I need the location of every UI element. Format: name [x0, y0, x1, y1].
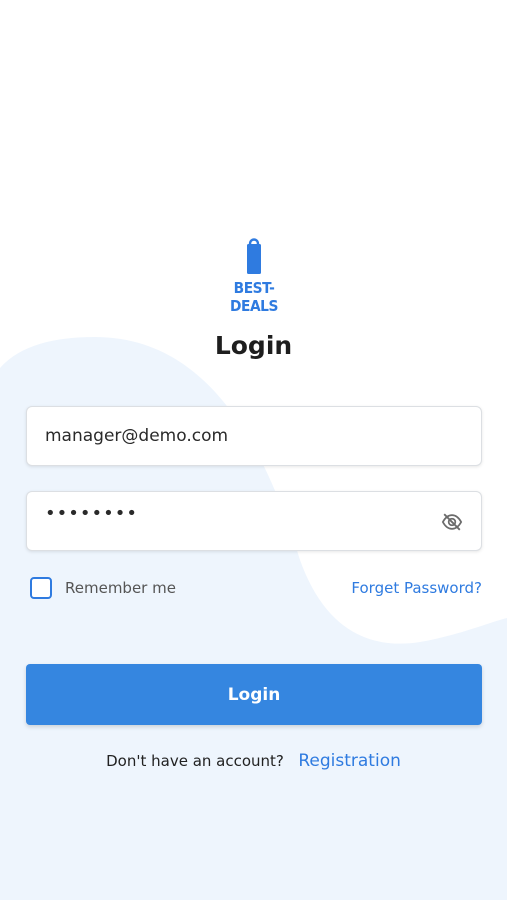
signup-row: Don't have an account? Registration [0, 751, 507, 771]
password-input[interactable] [45, 484, 445, 542]
email-field[interactable] [26, 406, 482, 466]
remember-checkbox[interactable] [30, 577, 52, 599]
brand-logo: BEST-DEALS [216, 232, 292, 315]
eye-off-icon[interactable] [441, 511, 463, 533]
forgot-password-link[interactable]: Forget Password? [351, 579, 482, 597]
login-button[interactable]: Login [26, 664, 482, 725]
page-title: Login [214, 331, 293, 360]
brand-name: BEST-DEALS [229, 279, 278, 315]
password-field[interactable] [26, 484, 482, 551]
signup-prompt: Don't have an account? [106, 752, 284, 770]
shopping-bag-icon [247, 238, 261, 274]
email-input[interactable] [45, 407, 445, 465]
remember-me[interactable]: Remember me [30, 576, 176, 600]
remember-label: Remember me [65, 579, 176, 597]
registration-link[interactable]: Registration [298, 751, 401, 771]
